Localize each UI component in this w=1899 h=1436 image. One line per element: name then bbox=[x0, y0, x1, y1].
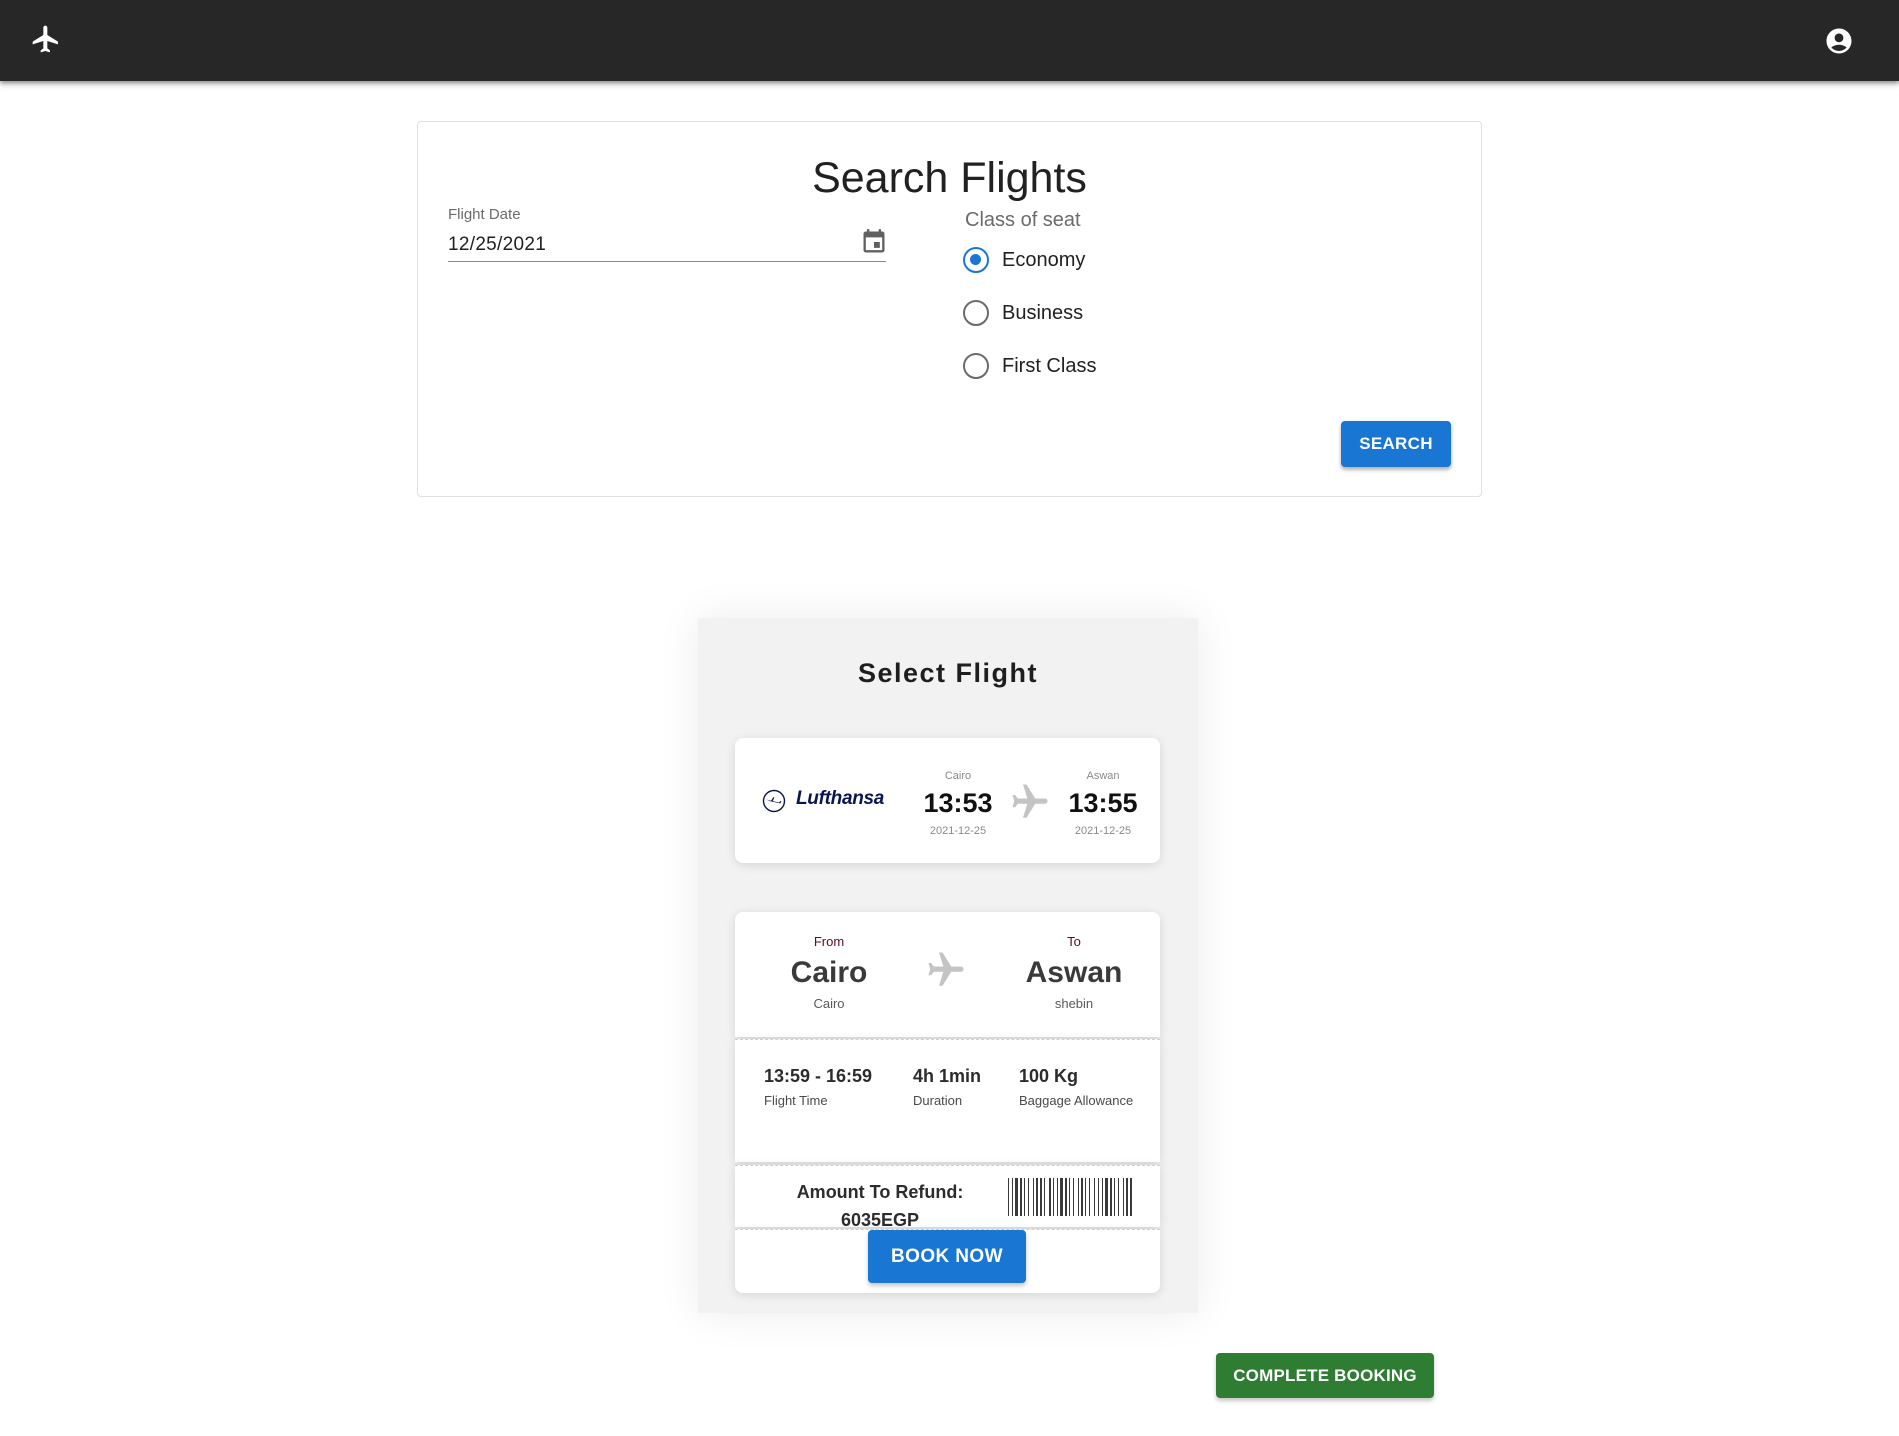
radio-economy[interactable]: Economy bbox=[963, 245, 1085, 275]
flight-date-label: Flight Date bbox=[448, 206, 521, 223]
baggage-info: 100 Kg Baggage Allowance bbox=[1019, 1066, 1133, 1108]
refund-amount: Amount To Refund: 6035EGP bbox=[765, 1178, 995, 1234]
app-bar bbox=[0, 0, 1899, 81]
calendar-icon[interactable] bbox=[860, 228, 888, 256]
to-place: To Aswan shebin bbox=[1004, 934, 1144, 1011]
barcode-icon bbox=[1008, 1178, 1132, 1216]
flight-icon[interactable] bbox=[30, 23, 62, 55]
search-flights-card: Search Flights Flight Date 12/25/2021 Cl… bbox=[417, 121, 1482, 497]
to-city: Aswan bbox=[1025, 956, 1123, 989]
radio-label-first-class: First Class bbox=[1002, 354, 1097, 377]
flight-option-card[interactable]: Lufthansa Cairo 13:53 2021-12-25 Aswan 1… bbox=[735, 738, 1160, 863]
search-title: Search Flights bbox=[812, 154, 1087, 202]
book-now-button[interactable]: BOOK NOW bbox=[868, 1230, 1026, 1283]
duration-info: 4h 1min Duration bbox=[913, 1066, 981, 1108]
radio-business[interactable]: Business bbox=[963, 298, 1083, 328]
select-flight-title: Select Flight bbox=[857, 658, 1039, 688]
radio-label-business: Business bbox=[1002, 301, 1084, 324]
baggage-value: 100 Kg bbox=[1019, 1066, 1079, 1086]
flight-date-field[interactable]: 12/25/2021 bbox=[448, 228, 886, 262]
complete-booking-button[interactable]: COMPLETE BOOKING bbox=[1216, 1353, 1434, 1398]
airplane-icon bbox=[1012, 784, 1048, 818]
airline-name: Lufthansa bbox=[796, 788, 885, 809]
radio-checked-icon[interactable] bbox=[963, 247, 989, 273]
flight-time-info: 13:59 - 16:59 Flight Time bbox=[764, 1066, 872, 1108]
from-label: From bbox=[813, 934, 845, 949]
radio-unchecked-icon[interactable] bbox=[963, 353, 989, 379]
flight-time-label: Flight Time bbox=[764, 1093, 828, 1108]
baggage-label: Baggage Allowance bbox=[1019, 1093, 1134, 1108]
select-flight-panel: Select Flight Lufthansa Cairo 13:53 2021… bbox=[698, 618, 1198, 1313]
radio-unchecked-icon[interactable] bbox=[963, 300, 989, 326]
departure-time: 13:53 bbox=[923, 788, 993, 818]
flight-time-value: 13:59 - 16:59 bbox=[764, 1066, 873, 1086]
ticket-info-section: 13:59 - 16:59 Flight Time 4h 1min Durati… bbox=[735, 1039, 1160, 1162]
ticket-action-section: BOOK NOW bbox=[735, 1229, 1160, 1293]
seat-class-label: Class of seat bbox=[965, 209, 1081, 231]
ticket-route-section: From Cairo Cairo To Aswan shebin bbox=[735, 912, 1160, 1037]
account-circle-icon[interactable] bbox=[1824, 26, 1854, 56]
departure-city: Cairo bbox=[944, 770, 972, 782]
to-sub: shebin bbox=[1054, 996, 1094, 1011]
arrival-time: 13:55 bbox=[1068, 788, 1138, 818]
flight-date-value[interactable]: 12/25/2021 bbox=[448, 234, 546, 256]
radio-first-class[interactable]: First Class bbox=[963, 351, 1096, 381]
departure-date: 2021-12-25 bbox=[929, 825, 987, 837]
arrival-city: Aswan bbox=[1086, 770, 1120, 782]
refund-amount-label: Amount To Refund: bbox=[796, 1182, 964, 1202]
airplane-icon bbox=[928, 952, 964, 986]
search-button[interactable]: SEARCH bbox=[1341, 421, 1451, 467]
from-city: Cairo bbox=[790, 956, 868, 989]
duration-value: 4h 1min bbox=[913, 1066, 982, 1086]
departure-column: Cairo 13:53 2021-12-25 bbox=[908, 770, 1008, 837]
duration-label: Duration bbox=[913, 1093, 963, 1108]
from-place: From Cairo Cairo bbox=[759, 934, 899, 1011]
lufthansa-logo-icon bbox=[762, 789, 786, 813]
radio-label-economy: Economy bbox=[1002, 248, 1086, 271]
from-sub: Cairo bbox=[813, 996, 845, 1011]
arrival-date: 2021-12-25 bbox=[1074, 825, 1132, 837]
ticket-amount-section: Amount To Refund: 6035EGP bbox=[735, 1165, 1160, 1230]
to-label: To bbox=[1067, 934, 1081, 949]
arrival-column: Aswan 13:55 2021-12-25 bbox=[1053, 770, 1153, 837]
